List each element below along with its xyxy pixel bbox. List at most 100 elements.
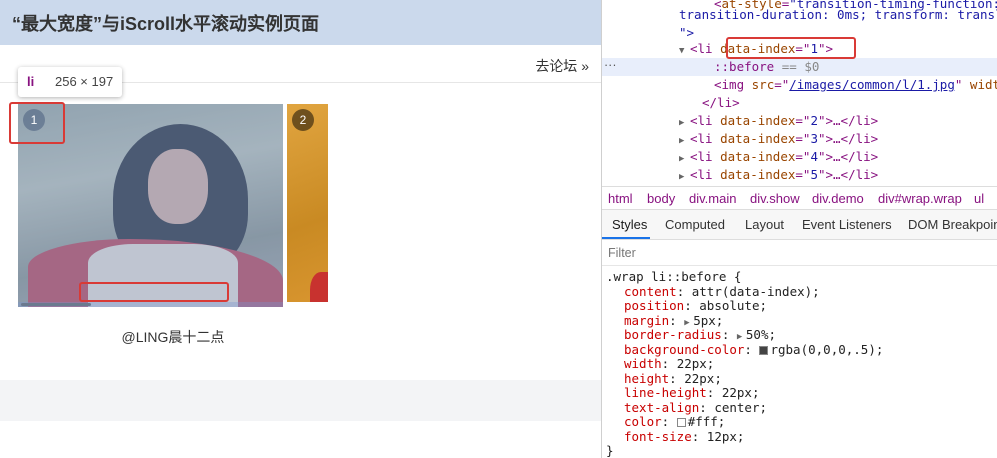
page-preview: “最大宽度”与iScroll水平滚动实例页面 去论坛 » 1 2 li 256 … — [0, 0, 601, 458]
css-property[interactable]: background-color — [624, 342, 744, 357]
dom-token: "> — [679, 25, 695, 40]
dom-token: <li — [690, 131, 721, 146]
dom-token: $0 — [804, 59, 820, 74]
breadcrumb-item[interactable]: div.show — [750, 191, 800, 206]
scroll-thumb[interactable] — [21, 303, 91, 306]
color-swatch-icon[interactable] — [676, 418, 686, 427]
dom-node-line[interactable]: transition-duration: 0ms; transform: tra… — [602, 6, 997, 24]
slide-2-detail — [310, 272, 328, 302]
expand-right-icon[interactable]: ▶ — [679, 168, 690, 186]
css-property[interactable]: position — [624, 298, 684, 313]
breadcrumb-item[interactable]: body — [647, 191, 675, 206]
dom-token: <li — [690, 167, 721, 182]
dom-token: widt — [969, 77, 997, 92]
dom-node-line[interactable]: ::before == $0 — [602, 58, 997, 76]
dom-node-line[interactable]: ▶ <li data-index="4">…</li> — [602, 148, 997, 166]
footer-band — [0, 380, 601, 421]
css-declaration[interactable]: height: 22px; — [624, 371, 722, 387]
css-selector: .wrap li::before { — [606, 269, 742, 284]
css-declaration[interactable]: border-radius: ▶ 50%; — [624, 327, 776, 343]
dom-token: " — [954, 77, 970, 92]
css-declaration[interactable]: content: attr(data-index); — [624, 284, 820, 300]
selected-node-marker[interactable]: ··· — [604, 58, 617, 72]
css-property[interactable]: line-height — [624, 385, 707, 400]
dom-token: == — [774, 59, 805, 74]
author-caption: @LING晨十二点 — [121, 329, 225, 345]
css-declaration[interactable]: width: 22px; — [624, 356, 715, 372]
dom-token: transition-duration: 0ms; transform: tra… — [679, 7, 997, 22]
tab-styles[interactable]: Styles — [612, 217, 647, 232]
tab-event-listeners[interactable]: Event Listeners — [802, 217, 892, 232]
styles-filter[interactable]: Filter — [602, 240, 997, 266]
inspect-tooltip: li 256 × 197 — [18, 67, 122, 97]
dom-node-line[interactable]: ▶ <li data-index="2">…</li> — [602, 112, 997, 130]
breadcrumb-item[interactable]: div.demo — [812, 191, 864, 206]
breadcrumb-item[interactable]: div.main — [689, 191, 736, 206]
highlight-box-content — [79, 282, 229, 302]
dom-node-line[interactable]: <img src="/images/common/l/1.jpg" widt — [602, 76, 997, 94]
styles-tabbar: Styles Computed Layout Event Listeners DOM B… — [602, 210, 997, 240]
active-tab-indicator — [602, 237, 650, 239]
css-value[interactable]: attr(data-index); — [692, 284, 820, 299]
css-declaration[interactable]: line-height: 22px; — [624, 385, 760, 401]
css-value[interactable]: 22px; — [722, 385, 760, 400]
css-declaration[interactable]: text-align: center; — [624, 400, 767, 416]
css-value[interactable]: 22px; — [677, 356, 715, 371]
tooltip-size: 256 × 197 — [55, 74, 114, 89]
highlight-box-data-index — [726, 37, 856, 59]
dom-token: ">…</li> — [817, 113, 879, 128]
dom-token: </li> — [702, 95, 740, 110]
css-property[interactable]: text-align — [624, 400, 699, 415]
css-value[interactable]: 50%; — [746, 327, 776, 342]
forum-link[interactable]: 去论坛 » — [535, 56, 589, 76]
css-value[interactable]: center; — [714, 400, 767, 415]
slide-index-badge-2: 2 — [292, 109, 314, 131]
css-property[interactable]: border-radius — [624, 327, 722, 342]
dom-token: data-index — [720, 131, 796, 146]
breadcrumb-item[interactable]: ul — [974, 191, 984, 206]
breadcrumb-item[interactable]: html — [608, 191, 633, 206]
css-property[interactable]: height — [624, 371, 669, 386]
css-declaration[interactable]: position: absolute; — [624, 298, 767, 314]
tab-layout[interactable]: Layout — [745, 217, 784, 232]
dom-token: data-index — [720, 167, 796, 182]
dom-token: =" — [795, 149, 811, 164]
css-value[interactable]: rgba(0,0,0,.5); — [770, 342, 883, 357]
dom-token: 3 — [810, 131, 818, 146]
dom-token: =" — [774, 77, 790, 92]
css-value[interactable]: 5px; — [693, 313, 723, 328]
dom-node-line[interactable]: ▶ <li data-index="5">…</li> — [602, 166, 997, 184]
page-header: “最大宽度”与iScroll水平滚动实例页面 — [0, 0, 601, 45]
slide-image-2[interactable] — [287, 104, 328, 302]
tooltip-tag: li — [27, 74, 35, 89]
filter-input[interactable]: Filter — [608, 246, 636, 260]
css-property[interactable]: font-size — [624, 429, 692, 444]
dom-node-line[interactable]: ▶ <li data-index="3">…</li> — [602, 130, 997, 148]
dom-token: <li — [690, 41, 721, 56]
css-property[interactable]: content — [624, 284, 677, 299]
css-declaration[interactable]: color: #fff; — [624, 414, 726, 430]
dom-node-line[interactable]: </li> — [602, 94, 997, 112]
devtools-panel: <at-style="transition-timing-function: c… — [602, 0, 997, 458]
css-declaration[interactable]: margin: ▶ 5px; — [624, 313, 723, 329]
dom-token: /images/common/l/1.jpg — [789, 77, 955, 92]
css-value[interactable]: #fff; — [688, 414, 726, 429]
horizontal-scrollbar[interactable] — [18, 302, 283, 307]
tab-computed[interactable]: Computed — [665, 217, 725, 232]
dom-token: src — [751, 77, 775, 92]
css-value[interactable]: absolute; — [699, 298, 767, 313]
css-property[interactable]: width — [624, 356, 662, 371]
css-declaration[interactable]: font-size: 12px; — [624, 429, 745, 445]
dom-token: ::before — [714, 59, 775, 74]
css-value[interactable]: 22px; — [684, 371, 722, 386]
css-property[interactable]: color — [624, 414, 662, 429]
tab-dom-breakpoints[interactable]: DOM Breakpoints — [908, 217, 997, 232]
css-value[interactable]: 12px; — [707, 429, 745, 444]
dom-token: <li — [690, 113, 721, 128]
dom-token: 4 — [810, 149, 818, 164]
dom-token: =" — [795, 131, 811, 146]
breadcrumb-item[interactable]: div#wrap.wrap — [878, 191, 962, 206]
css-property[interactable]: margin — [624, 313, 669, 328]
color-swatch-icon[interactable] — [759, 345, 769, 355]
css-declaration[interactable]: background-color: rgba(0,0,0,.5); — [624, 342, 883, 358]
